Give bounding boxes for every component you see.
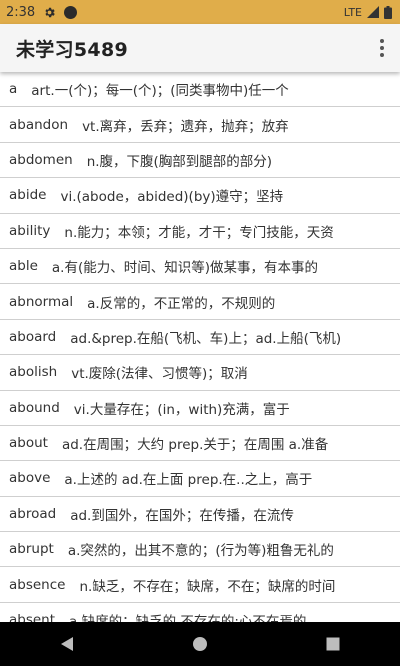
- list-item[interactable]: abrupt a.突然的，出其不意的；(行为等)粗鲁无礼的: [0, 532, 400, 568]
- recents-icon[interactable]: [303, 622, 363, 666]
- word-text: abound: [9, 399, 60, 416]
- word-text: able: [9, 258, 38, 275]
- list-item[interactable]: abandon vt.离弃，丢弃；遗弃，抛弃；放弃: [0, 107, 400, 143]
- page-title: 未学习5489: [16, 38, 128, 61]
- list-item[interactable]: able a.有(能力、时间、知识等)做某事，有本事的: [0, 249, 400, 285]
- list-item[interactable]: ability n.能力；本领；才能，才干；专门技能，天资: [0, 214, 400, 249]
- definition-text: a.突然的，出其不意的；(行为等)粗鲁无礼的: [67, 543, 334, 560]
- home-icon[interactable]: [170, 622, 230, 666]
- definition-text: ad.在周围；大约 prep.关于；在周围 a.准备: [61, 437, 329, 454]
- dot-icon: [64, 5, 78, 19]
- status-time: 2:38: [6, 4, 36, 20]
- app-bar: 未学习5489: [0, 24, 400, 72]
- definition-text: a.反常的，不正常的，不规则的: [87, 295, 276, 312]
- back-icon[interactable]: [37, 622, 97, 666]
- list-item[interactable]: abide vi.(abode，abided)(by)遵守；坚持: [0, 178, 400, 214]
- word-text: abnormal: [9, 293, 74, 310]
- navigation-bar: [0, 622, 400, 666]
- definition-text: ad.&prep.在船(飞机、车)上；ad.上船(飞机): [70, 330, 342, 347]
- list-item[interactable]: abroad ad.到国外，在国外；在传播，在流传: [0, 497, 400, 533]
- more-vert-icon[interactable]: [374, 36, 390, 60]
- gear-icon: [45, 7, 55, 17]
- word-text: abolish: [9, 364, 58, 381]
- word-text: abide: [9, 187, 47, 204]
- list-item[interactable]: abnormal a.反常的，不正常的，不规则的: [0, 284, 400, 320]
- definition-text: vi.大量存在；(in，with)充满，富于: [73, 401, 290, 418]
- list-item[interactable]: a art.一(个)；每一(个)；(同类事物中)任一个: [0, 72, 400, 108]
- list-item[interactable]: about ad.在周围；大约 prep.关于；在周围 a.准备: [0, 426, 400, 462]
- definition-text: a.缺席的；缺乏的,不存在的;心不在焉的: [69, 610, 306, 622]
- list-item[interactable]: absent a.缺席的；缺乏的,不存在的;心不在焉的: [0, 603, 400, 622]
- word-text: about: [9, 435, 48, 452]
- list-item[interactable]: above a.上述的 ad.在上面 prep.在..之上，高于: [0, 461, 400, 497]
- word-text: absence: [9, 576, 66, 593]
- definition-text: vt.离弃，丢弃；遗弃，抛弃；放弃: [82, 118, 289, 135]
- definition-text: vi.(abode，abided)(by)遵守；坚持: [60, 189, 284, 206]
- list-item[interactable]: abdomen n.腹，下腹(胸部到腿部的部分): [0, 143, 400, 179]
- word-text: abdomen: [9, 151, 73, 168]
- list-item[interactable]: absence n.缺乏，不存在；缺席，不在；缺席的时间: [0, 567, 400, 603]
- word-text: abroad: [9, 505, 57, 522]
- definition-text: n.缺乏，不存在；缺席，不在；缺席的时间: [79, 578, 336, 595]
- definition-text: vt.废除(法律、习惯等)；取消: [71, 366, 248, 383]
- status-bar: 2:38 LTE: [0, 0, 400, 24]
- word-text: above: [9, 470, 51, 487]
- battery-icon: [384, 5, 392, 19]
- definition-text: n.能力；本领；才能，才干；专门技能，天资: [64, 224, 334, 241]
- word-text: abandon: [9, 116, 69, 133]
- definition-text: a.有(能力、时间、知识等)做某事，有本事的: [51, 260, 319, 277]
- definition-text: art.一(个)；每一(个)；(同类事物中)任一个: [31, 83, 289, 100]
- network-label: LTE: [343, 5, 362, 19]
- word-text: a: [9, 81, 18, 98]
- definition-text: n.腹，下腹(胸部到腿部的部分): [86, 153, 273, 170]
- word-text: absent: [9, 612, 56, 622]
- list-item[interactable]: abolish vt.废除(法律、习惯等)；取消: [0, 355, 400, 391]
- word-text: ability: [9, 222, 51, 239]
- definition-text: ad.到国外，在国外；在传播，在流传: [70, 507, 294, 524]
- definition-text: a.上述的 ad.在上面 prep.在..之上，高于: [64, 472, 313, 489]
- word-list[interactable]: a art.一(个)；每一(个)；(同类事物中)任一个 abandon vt.离弃，丢…: [0, 72, 400, 622]
- word-text: abrupt: [9, 541, 54, 558]
- list-item[interactable]: abound vi.大量存在；(in，with)充满，富于: [0, 391, 400, 426]
- list-item[interactable]: aboard ad.&prep.在船(飞机、车)上；ad.上船(飞机): [0, 320, 400, 356]
- lte-signal-icon: [367, 6, 379, 18]
- word-text: aboard: [9, 328, 57, 345]
